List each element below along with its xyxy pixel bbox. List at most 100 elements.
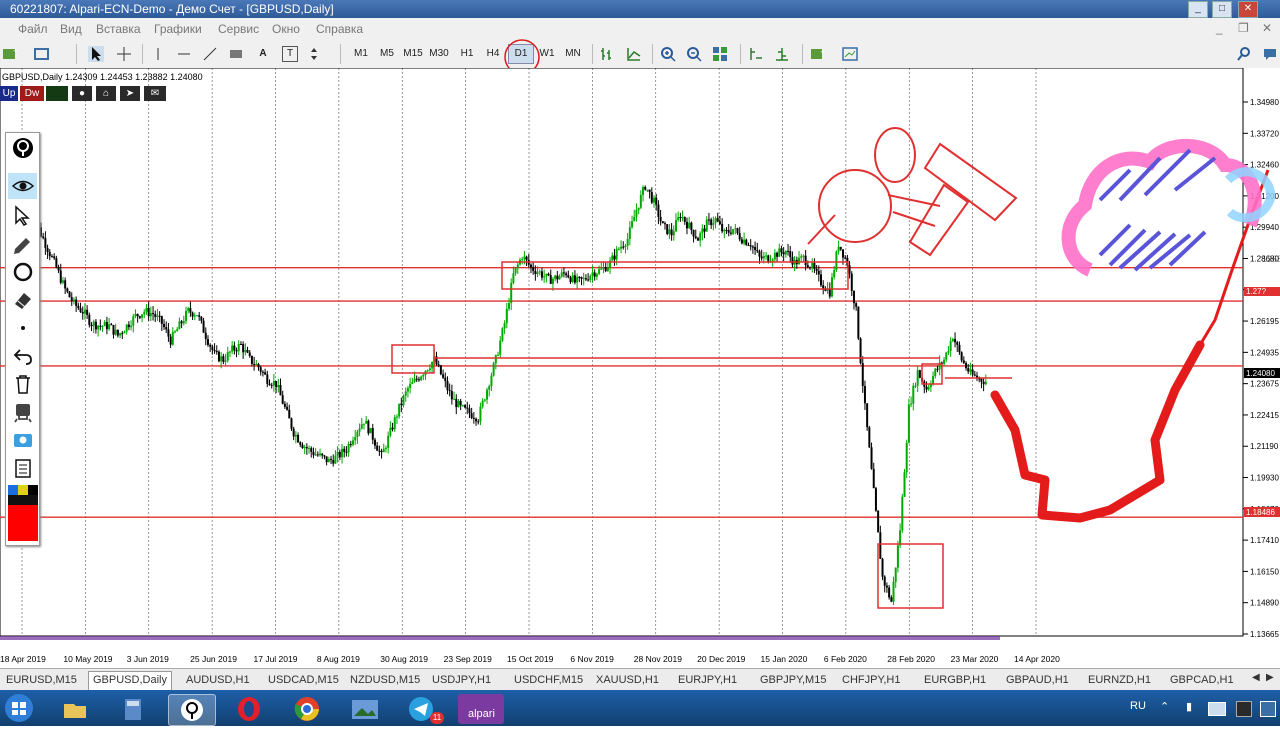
logo-icon[interactable] (12, 137, 34, 159)
photos-task[interactable] (342, 694, 388, 724)
menu-close-icon[interactable]: ✕ (1262, 21, 1272, 35)
tab-eurgbp-h1[interactable]: EURGBP,H1 (924, 672, 986, 688)
tab-nzdusd-m15[interactable]: NZDUSD,M15 (350, 672, 420, 688)
up-button[interactable]: Up (0, 86, 18, 101)
alpari-task[interactable]: alpari (458, 694, 504, 724)
close-button[interactable]: ✕ (1238, 1, 1258, 18)
trash-icon[interactable] (12, 373, 34, 395)
drop-icon[interactable]: ● (72, 86, 92, 101)
tray-app-icon[interactable] (1236, 701, 1252, 717)
tab-eurnzd-h1[interactable]: EURNZD,H1 (1088, 672, 1151, 688)
tabs-left-arrow-icon[interactable]: ◀ (1252, 672, 1260, 683)
cursor-tool-icon[interactable] (88, 46, 104, 62)
zoom-in-icon[interactable] (660, 46, 676, 62)
pencil-icon[interactable] (12, 233, 34, 255)
menu-file[interactable]: Файл (18, 22, 48, 36)
tab-eurusd-m15[interactable]: EURUSD,M15 (6, 672, 77, 688)
tab-gbpusd-daily[interactable]: GBPUSD,Daily (88, 671, 172, 690)
tile-windows-icon[interactable] (712, 46, 728, 62)
tray-arrow-icon[interactable]: ⌃ (1160, 700, 1169, 713)
undo-icon[interactable] (12, 345, 34, 367)
eraser-icon[interactable] (12, 289, 34, 311)
templates-icon[interactable] (842, 46, 858, 62)
line-chart-icon[interactable] (626, 46, 642, 62)
eye-icon[interactable] (12, 175, 34, 197)
menu-minimize-icon[interactable]: _ (1216, 21, 1223, 35)
crosshair-icon[interactable] (116, 46, 132, 62)
timeframe-m1[interactable]: M1 (350, 44, 372, 64)
explorer-task[interactable] (52, 694, 98, 724)
tab-chfjpy-h1[interactable]: CHFJPY,H1 (842, 672, 900, 688)
tray-folder-icon[interactable] (1208, 702, 1226, 716)
indicators-icon[interactable]: + (810, 46, 826, 62)
menu-insert[interactable]: Вставка (96, 22, 141, 36)
tab-gbpaud-h1[interactable]: GBPAUD,H1 (1006, 672, 1069, 688)
horizontal-line-icon[interactable] (176, 46, 192, 62)
start-button[interactable] (2, 693, 36, 723)
opera-task[interactable] (226, 694, 272, 724)
menu-help[interactable]: Справка (316, 22, 363, 36)
tab-usdjpy-h1[interactable]: USDJPY,H1 (432, 672, 491, 688)
resistance-zone-box[interactable] (501, 261, 849, 290)
tab-gbpjpy-m15[interactable]: GBPJPY,M15 (760, 672, 826, 688)
timeframe-mn[interactable]: MN (562, 44, 584, 64)
tray-desktop-icon[interactable] (1260, 701, 1276, 717)
timeframe-m5[interactable]: M5 (376, 44, 398, 64)
menu-view[interactable]: Вид (60, 22, 82, 36)
menu-charts[interactable]: Графики (154, 22, 202, 36)
price-chart[interactable]: 1268 1.349801.337201.324601.312001.29940… (0, 68, 1280, 668)
candle-body (962, 360, 965, 364)
timeframe-h1[interactable]: H1 (456, 44, 478, 64)
circle-icon[interactable] (12, 261, 34, 283)
plane-icon[interactable]: ➤ (120, 86, 140, 101)
sep-2019-zone-box[interactable] (391, 344, 435, 374)
arrows-icon[interactable] (306, 46, 322, 62)
tabs-right-arrow-icon[interactable]: ▶ (1266, 672, 1274, 683)
trendline-icon[interactable] (202, 46, 218, 62)
clipboard-icon[interactable] (12, 457, 34, 479)
lock-icon[interactable]: ⌂ (96, 86, 116, 101)
mar-2020-low-box[interactable] (877, 543, 944, 609)
minimize-button[interactable]: _ (1188, 1, 1208, 18)
calculator-task[interactable] (110, 694, 156, 724)
candle-body (907, 404, 910, 443)
palette-icon[interactable] (8, 485, 38, 541)
screenshot-icon[interactable] (12, 429, 34, 451)
tab-audusd-h1[interactable]: AUDUSD,H1 (186, 672, 250, 688)
candle-body (79, 308, 82, 313)
down-button[interactable]: Dw (20, 86, 44, 101)
timeframe-m30[interactable]: M30 (428, 44, 450, 64)
mt4-task[interactable] (168, 694, 216, 726)
stamp-icon[interactable] (12, 401, 34, 423)
language-indicator[interactable]: RU (1130, 700, 1146, 712)
vertical-line-icon[interactable] (150, 46, 166, 62)
chat-icon[interactable] (1262, 46, 1278, 62)
rectangle-icon[interactable] (228, 46, 244, 62)
chart-shift-icon[interactable] (748, 46, 764, 62)
search-icon[interactable] (1236, 46, 1252, 62)
cursor-icon[interactable] (12, 205, 34, 227)
timeframe-m15[interactable]: M15 (402, 44, 424, 64)
dark-button[interactable] (46, 86, 68, 101)
tray-network-icon[interactable]: ▮ (1186, 700, 1192, 713)
restore-button[interactable]: □ (1212, 1, 1232, 18)
autoscroll-icon[interactable] (774, 46, 790, 62)
chrome-task[interactable] (284, 694, 330, 724)
new-chart-icon[interactable]: + (2, 46, 18, 62)
dot-icon[interactable] (12, 317, 34, 339)
menu-window[interactable]: Окно (272, 22, 300, 36)
zoom-out-icon[interactable] (686, 46, 702, 62)
mail-icon[interactable]: ✉ (144, 86, 166, 101)
menu-restore-icon[interactable]: ❐ (1238, 21, 1249, 35)
tab-gbpcad-h1[interactable]: GBPCAD,H1 (1170, 672, 1234, 688)
menu-tools[interactable]: Сервис (218, 22, 259, 36)
bar-chart-icon[interactable] (600, 46, 616, 62)
text-tool-icon[interactable]: A (256, 44, 270, 64)
tab-usdcad-m15[interactable]: USDCAD,M15 (268, 672, 339, 688)
timeframe-h4[interactable]: H4 (482, 44, 504, 64)
profiles-icon[interactable] (34, 46, 50, 62)
tab-eurjpy-h1[interactable]: EURJPY,H1 (678, 672, 737, 688)
tab-usdchf-m15[interactable]: USDCHF,M15 (514, 672, 583, 688)
tab-xauusd-h1[interactable]: XAUUSD,H1 (596, 672, 659, 688)
text-label-icon[interactable]: T (282, 46, 298, 62)
